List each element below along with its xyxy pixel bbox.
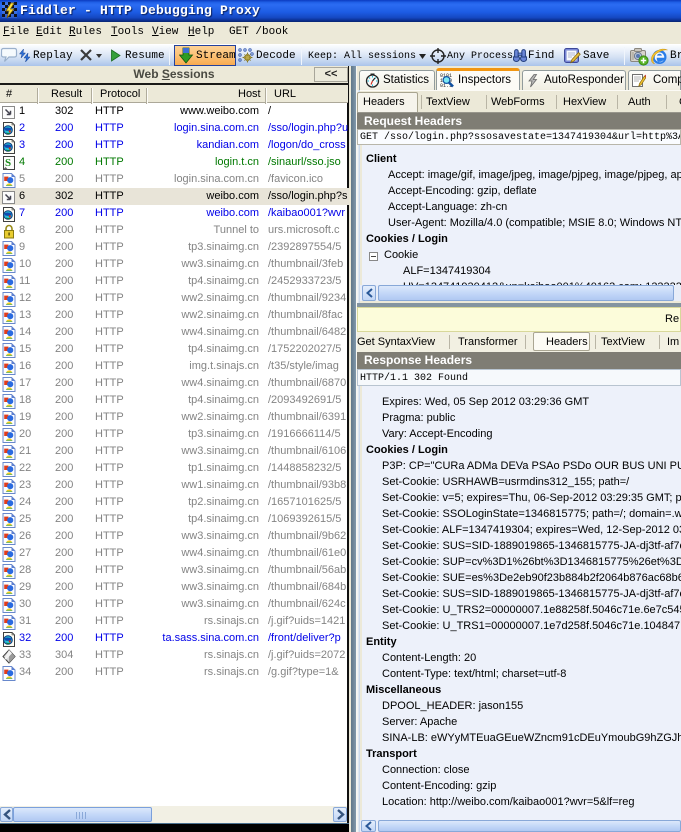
svg-text:S: S <box>5 157 11 169</box>
